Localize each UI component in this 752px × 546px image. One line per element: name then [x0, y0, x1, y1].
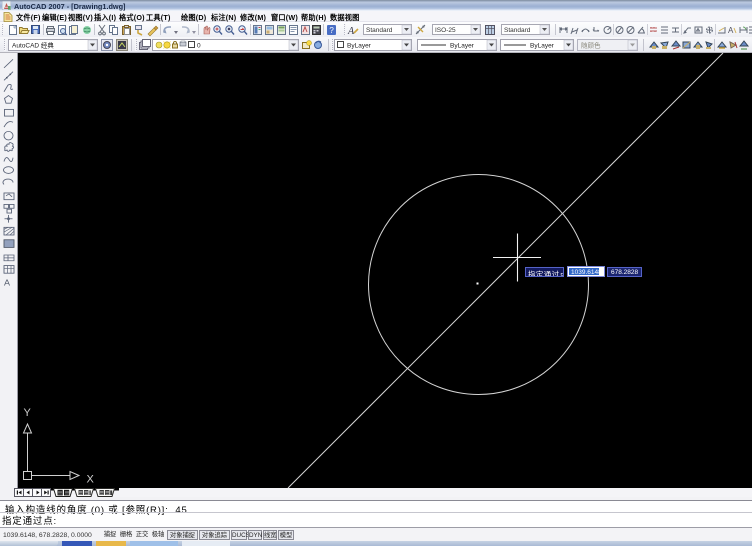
svg-text:?: ?	[329, 26, 334, 35]
svg-text:0: 0	[197, 43, 201, 50]
svg-text:AutoCAD 经典: AutoCAD 经典	[12, 41, 54, 50]
svg-text:A: A	[4, 278, 10, 288]
svg-text:ByLayer: ByLayer	[450, 43, 475, 50]
svg-text:随颜色: 随颜色	[581, 41, 601, 50]
svg-text:A: A	[347, 26, 355, 37]
svg-text:ByLayer: ByLayer	[347, 43, 372, 50]
svg-text:A: A	[728, 26, 734, 35]
svg-text:Standard: Standard	[504, 27, 531, 34]
svg-text:ISO-25: ISO-25	[435, 27, 456, 34]
svg-text:ByLayer: ByLayer	[530, 43, 555, 50]
svg-text:X: X	[87, 474, 95, 486]
svg-text:Standard: Standard	[366, 27, 393, 34]
svg-text:Y: Y	[24, 407, 32, 419]
